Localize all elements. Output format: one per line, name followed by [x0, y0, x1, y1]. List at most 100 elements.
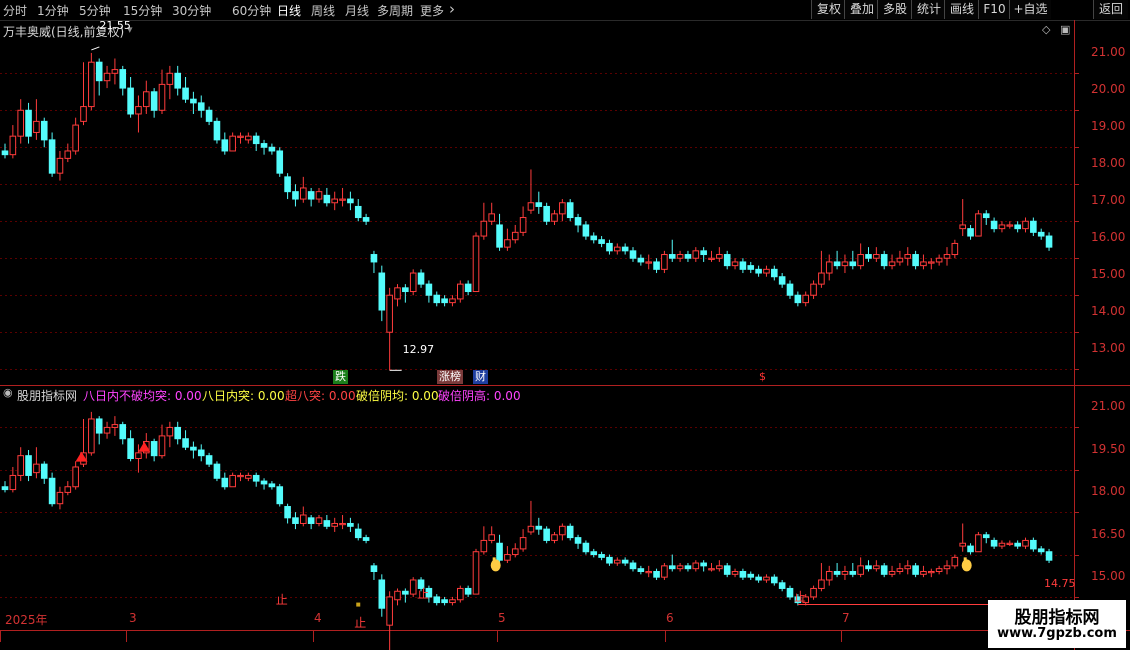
indicator-candle-30[interactable]	[237, 474, 244, 478]
main-candle-131[interactable]	[1030, 220, 1037, 233]
indicator-candle-7[interactable]	[56, 491, 64, 505]
main-candle-33[interactable]	[260, 143, 268, 148]
indicator-candle-109[interactable]	[857, 565, 864, 575]
indicator-candle-27[interactable]	[213, 463, 221, 479]
main-candle-14[interactable]	[111, 69, 119, 74]
event-marker-3[interactable]: $	[757, 370, 768, 384]
toolbar-button-0[interactable]: 复权	[811, 0, 846, 19]
main-candle-117[interactable]	[920, 261, 927, 267]
main-candle-78[interactable]	[614, 246, 621, 252]
main-candle-65[interactable]	[511, 231, 519, 241]
main-candle-114[interactable]	[896, 257, 904, 263]
indicator-candle-127[interactable]	[998, 542, 1006, 547]
main-candle-88[interactable]	[692, 250, 700, 259]
main-candle-73[interactable]	[574, 217, 582, 226]
timeframe-tab-7[interactable]: 周线	[311, 2, 335, 19]
main-candle-71[interactable]	[559, 202, 566, 215]
main-candle-97[interactable]	[763, 268, 770, 274]
main-candle-29[interactable]	[229, 135, 236, 152]
indicator-candle-3[interactable]	[25, 455, 32, 476]
timeframe-tab-0[interactable]: 分时	[3, 2, 27, 19]
indicator-candle-111[interactable]	[873, 565, 880, 570]
main-candle-8[interactable]	[64, 150, 72, 159]
indicator-candle-13[interactable]	[103, 426, 111, 434]
indicator-candle-80[interactable]	[629, 562, 637, 570]
main-candle-22[interactable]	[174, 72, 181, 89]
main-candle-87[interactable]	[684, 254, 692, 259]
indicator-candle-72[interactable]	[566, 525, 574, 539]
main-candle-99[interactable]	[778, 276, 786, 285]
main-candle-17[interactable]	[135, 106, 142, 115]
indicator-candle-123[interactable]	[967, 545, 974, 553]
indicator-candle-98[interactable]	[771, 576, 778, 584]
indicator-candle-58[interactable]	[457, 587, 464, 601]
indicator-candle-73[interactable]	[574, 537, 582, 544]
main-candle-128[interactable]	[1006, 224, 1014, 227]
indicator-candle-29[interactable]	[229, 474, 236, 488]
main-candle-46[interactable]	[362, 217, 370, 222]
main-candle-9[interactable]	[72, 124, 79, 152]
main-candle-68[interactable]	[535, 202, 543, 207]
main-candle-80[interactable]	[629, 250, 637, 259]
indicator-candle-92[interactable]	[723, 565, 731, 575]
main-candle-6[interactable]	[48, 139, 56, 174]
indicator-candle-45[interactable]	[354, 528, 362, 539]
main-candle-116[interactable]	[912, 254, 919, 267]
main-candle-32[interactable]	[252, 135, 260, 145]
indicator-candle-64[interactable]	[504, 554, 511, 561]
main-candle-120[interactable]	[943, 254, 951, 259]
indicator-candle-105[interactable]	[825, 571, 833, 581]
main-candle-103[interactable]	[810, 283, 817, 296]
main-candle-0[interactable]	[1, 150, 9, 156]
main-candle-129[interactable]	[1014, 224, 1021, 230]
indicator-candle-17[interactable]	[135, 452, 142, 460]
indicator-candle-93[interactable]	[731, 571, 739, 575]
indicator-candle-31[interactable]	[245, 474, 252, 479]
indicator-candle-57[interactable]	[449, 599, 456, 604]
main-candle-41[interactable]	[323, 194, 331, 204]
main-candle-101[interactable]	[794, 294, 802, 304]
main-candle-81[interactable]	[637, 257, 645, 263]
main-candle-26[interactable]	[205, 109, 213, 122]
indicator-candle-51[interactable]	[402, 590, 409, 595]
main-candle-85[interactable]	[668, 254, 676, 259]
indicator-candle-97[interactable]	[763, 576, 770, 581]
main-candle-38[interactable]	[300, 187, 307, 200]
indicator-candle-46[interactable]	[362, 537, 370, 541]
main-candle-23[interactable]	[182, 87, 189, 100]
indicator-candle-37[interactable]	[292, 517, 299, 524]
indicator-candle-1[interactable]	[9, 474, 17, 491]
indicator-candle-125[interactable]	[982, 534, 990, 539]
indicator-candle-33[interactable]	[260, 480, 268, 485]
indicator-candle-113[interactable]	[888, 571, 896, 575]
toolbar-button-4[interactable]: 画线	[944, 0, 979, 19]
indicator-candle-32[interactable]	[252, 474, 260, 482]
indicator-candle-47[interactable]	[370, 565, 378, 572]
main-candle-28[interactable]	[221, 139, 229, 152]
event-marker-2[interactable]: 财	[473, 370, 488, 384]
indicator-candle-108[interactable]	[849, 571, 857, 575]
main-candle-30[interactable]	[237, 135, 244, 138]
indicator-candle-122[interactable]	[959, 542, 967, 547]
main-candle-100[interactable]	[786, 283, 794, 296]
main-candle-53[interactable]	[417, 272, 425, 285]
indicator-candle-116[interactable]	[912, 565, 919, 575]
timeframe-tab-5[interactable]: 60分钟	[232, 2, 271, 19]
indicator-candle-22[interactable]	[174, 426, 181, 440]
indicator-candle-4[interactable]	[33, 463, 40, 474]
indicator-candle-16[interactable]	[127, 438, 134, 460]
main-candle-52[interactable]	[409, 272, 417, 293]
indicator-candle-115[interactable]	[904, 565, 912, 570]
indicator-candle-91[interactable]	[716, 565, 723, 570]
indicator-candle-8[interactable]	[64, 486, 72, 493]
main-candle-133[interactable]	[1045, 235, 1053, 248]
indicator-candle-119[interactable]	[935, 568, 943, 572]
main-candle-45[interactable]	[354, 205, 362, 219]
indicator-candle-76[interactable]	[598, 554, 605, 558]
main-candle-2[interactable]	[17, 109, 24, 137]
toolbar-button-6[interactable]: +自选	[1009, 0, 1051, 19]
indicator-candle-132[interactable]	[1037, 548, 1045, 553]
main-candle-16[interactable]	[127, 87, 134, 115]
indicator-candle-35[interactable]	[276, 486, 284, 505]
indicator-candle-118[interactable]	[928, 571, 935, 574]
